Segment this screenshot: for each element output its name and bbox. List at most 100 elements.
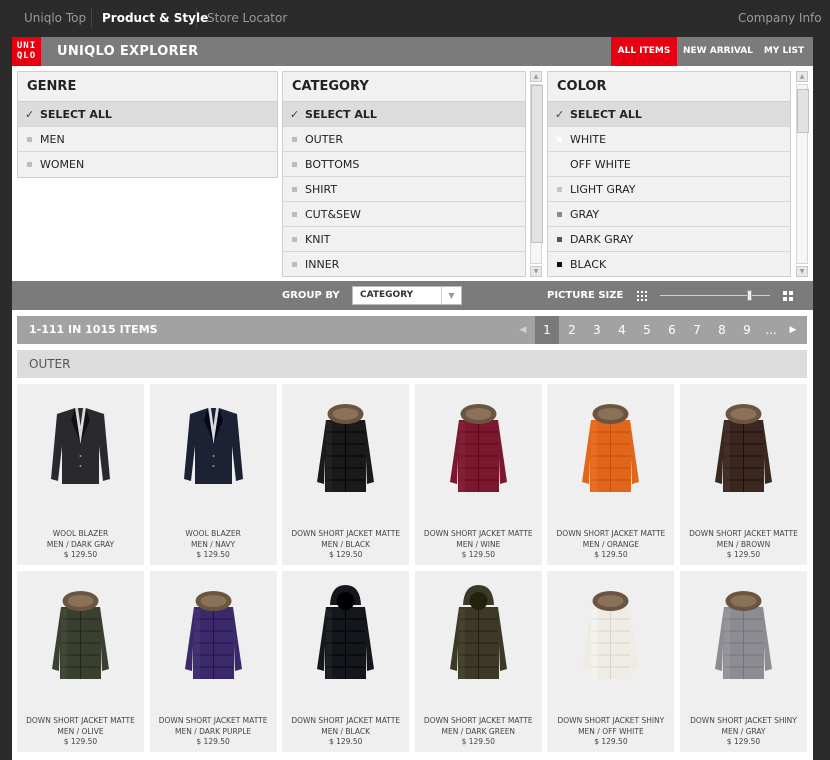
product-image[interactable] — [17, 571, 144, 706]
product-image[interactable] — [547, 571, 674, 706]
scroll-up-icon[interactable]: ▲ — [796, 71, 808, 82]
product-variant: MEN / BLACK — [321, 727, 371, 736]
product-image[interactable] — [150, 384, 277, 519]
nav-product-style[interactable]: Product & Style — [102, 11, 208, 25]
product-name: DOWN SHORT JACKET MATTE — [291, 529, 401, 538]
product-name: DOWN SHORT JACKET MATTE — [26, 716, 135, 725]
tab-new-arrival[interactable]: NEW ARRIVAL — [679, 37, 757, 66]
nav-divider — [91, 8, 92, 28]
product-card[interactable]: WOOL BLAZER MEN / DARK GRAY $ 129.50 — [17, 384, 144, 565]
product-name: DOWN SHORT JACKET MATTE — [291, 716, 401, 725]
next-page-icon[interactable]: ▶ — [781, 316, 805, 344]
color-item-gray[interactable]: GRAY — [548, 202, 790, 227]
product-image[interactable] — [150, 571, 277, 706]
page-3[interactable]: 3 — [585, 316, 609, 344]
page-6[interactable]: 6 — [660, 316, 684, 344]
product-image[interactable] — [680, 571, 807, 706]
scroll-track[interactable] — [530, 84, 543, 264]
bullet-icon — [292, 212, 297, 217]
group-by-select[interactable]: CATEGORY ▼ — [352, 286, 462, 305]
product-card[interactable]: DOWN SHORT JACKET MATTE MEN / DARK PURPLE… — [149, 571, 277, 752]
product-card[interactable]: DOWN SHORT JACKET MATTE MEN / ORANGE $ 129… — [547, 384, 675, 565]
product-card[interactable]: WOOL BLAZER MEN / NAVY $ 129.50 — [149, 384, 277, 565]
product-variant: MEN / OLIVE — [57, 727, 104, 736]
chevron-down-icon: ▼ — [441, 287, 461, 304]
color-item-light-gray[interactable]: LIGHT GRAY — [548, 177, 790, 202]
product-card[interactable]: DOWN SHORT JACKET MATTE MEN / DARK GREEN $… — [414, 571, 542, 752]
product-image[interactable] — [415, 571, 542, 706]
product-card[interactable]: DOWN SHORT JACKET MATTE MEN / BROWN $ 129.… — [680, 384, 807, 565]
product-card[interactable]: DOWN SHORT JACKET MATTE MEN / OLIVE $ 129.… — [17, 571, 144, 752]
category-item-bottoms[interactable]: BOTTOMS — [283, 152, 525, 177]
color-item-white[interactable]: WHITE — [548, 127, 790, 152]
page-1[interactable]: 1 — [535, 316, 559, 344]
nav-uniqlo-top[interactable]: Uniqlo Top — [24, 11, 86, 25]
page-5[interactable]: 5 — [635, 316, 659, 344]
category-item-inner[interactable]: INNER — [283, 252, 525, 276]
color-select-all[interactable]: ✓ SELECT ALL — [548, 102, 790, 127]
prev-page-icon[interactable]: ◀ — [511, 316, 535, 344]
nav-store-locator[interactable]: Store Locator — [207, 11, 287, 25]
scroll-track[interactable] — [796, 84, 809, 264]
product-image[interactable] — [282, 571, 409, 706]
product-card[interactable]: DOWN SHORT JACKET SHINY MEN / OFF WHITE $ … — [547, 571, 675, 752]
scroll-thumb[interactable] — [797, 89, 809, 133]
uniqlo-logo[interactable]: UNI QLO — [12, 37, 41, 66]
tab-my-list[interactable]: MY LIST — [758, 37, 810, 66]
page-9[interactable]: 9 — [735, 316, 759, 344]
category-item-shirt[interactable]: SHIRT — [283, 177, 525, 202]
tab-all-items[interactable]: ALL ITEMS — [611, 37, 677, 66]
category-list: CATEGORY ✓ SELECT ALL OUTER BOTTOMS SHIRT… — [282, 71, 526, 277]
product-image[interactable] — [680, 384, 807, 519]
product-name: DOWN SHORT JACKET MATTE — [689, 529, 798, 538]
color-item-label: BLACK — [570, 258, 607, 271]
page-4[interactable]: 4 — [610, 316, 634, 344]
color-item-black[interactable]: BLACK — [548, 252, 790, 276]
genre-item-men[interactable]: MEN — [18, 127, 277, 152]
product-card[interactable]: DOWN SHORT JACKET MATTE MEN / WINE $ 129.5… — [414, 384, 542, 565]
small-grid-icon[interactable] — [637, 291, 647, 301]
category-item-outer[interactable]: OUTER — [283, 127, 525, 152]
product-image[interactable] — [415, 384, 542, 519]
scroll-down-icon[interactable]: ▼ — [530, 266, 542, 277]
scroll-thumb[interactable] — [531, 85, 543, 243]
category-scrollbar[interactable]: ▲ ▼ — [530, 71, 543, 277]
results-area: 1-111 IN 1015 ITEMS ◀ 1 2 3 4 5 6 7 8 9 … — [12, 310, 813, 760]
product-card[interactable]: DOWN SHORT JACKET MATTE MEN / BLACK $ 129.… — [282, 384, 410, 565]
product-card[interactable]: DOWN SHORT JACKET MATTE MEN / BLACK $ 129.… — [282, 571, 410, 752]
category-item-cut-sew[interactable]: CUT&SEW — [283, 202, 525, 227]
color-item-off-white[interactable]: OFF WHITE — [548, 152, 790, 177]
genre-item-women[interactable]: WOMEN — [18, 152, 277, 177]
category-select-all[interactable]: ✓ SELECT ALL — [283, 102, 525, 127]
category-item-label: SELECT ALL — [305, 108, 377, 121]
page-2[interactable]: 2 — [560, 316, 584, 344]
product-image[interactable] — [282, 384, 409, 519]
filter-area: GENRE ✓ SELECT ALL MEN WOMEN CATEGORY ✓ SE… — [12, 66, 813, 281]
explorer-frame: UNI QLO UNIQLO EXPLORER ALL ITEMS NEW AR… — [12, 37, 813, 760]
product-price: $ 129.50 — [726, 550, 761, 559]
page-8[interactable]: 8 — [710, 316, 734, 344]
scroll-up-icon[interactable]: ▲ — [530, 71, 542, 82]
color-item-dark-gray[interactable]: DARK GRAY — [548, 227, 790, 252]
genre-title: GENRE — [18, 72, 277, 102]
check-icon: ✓ — [290, 108, 300, 121]
product-name: DOWN SHORT JACKET MATTE — [556, 529, 666, 538]
category-item-knit[interactable]: KNIT — [283, 227, 525, 252]
category-filter: CATEGORY ✓ SELECT ALL OUTER BOTTOMS SHIRT… — [282, 71, 543, 277]
genre-item-label: WOMEN — [40, 158, 85, 171]
picture-size-slider[interactable] — [660, 290, 770, 301]
product-card[interactable]: DOWN SHORT JACKET SHINY MEN / GRAY $ 129.5… — [680, 571, 807, 752]
product-name: DOWN SHORT JACKET SHINY — [690, 716, 797, 725]
large-grid-icon[interactable] — [783, 291, 793, 301]
product-image[interactable] — [17, 384, 144, 519]
scroll-down-icon[interactable]: ▼ — [796, 266, 808, 277]
color-scrollbar[interactable]: ▲ ▼ — [796, 71, 809, 277]
dark-gray-swatch-icon — [557, 237, 562, 242]
page-7[interactable]: 7 — [685, 316, 709, 344]
product-variant: MEN / DARK GRAY — [46, 540, 115, 549]
genre-filter: GENRE ✓ SELECT ALL MEN WOMEN — [17, 71, 278, 277]
nav-company-info[interactable]: Company Info — [738, 11, 822, 25]
slider-handle[interactable] — [747, 290, 752, 301]
product-image[interactable] — [547, 384, 674, 519]
genre-select-all[interactable]: ✓ SELECT ALL — [18, 102, 277, 127]
